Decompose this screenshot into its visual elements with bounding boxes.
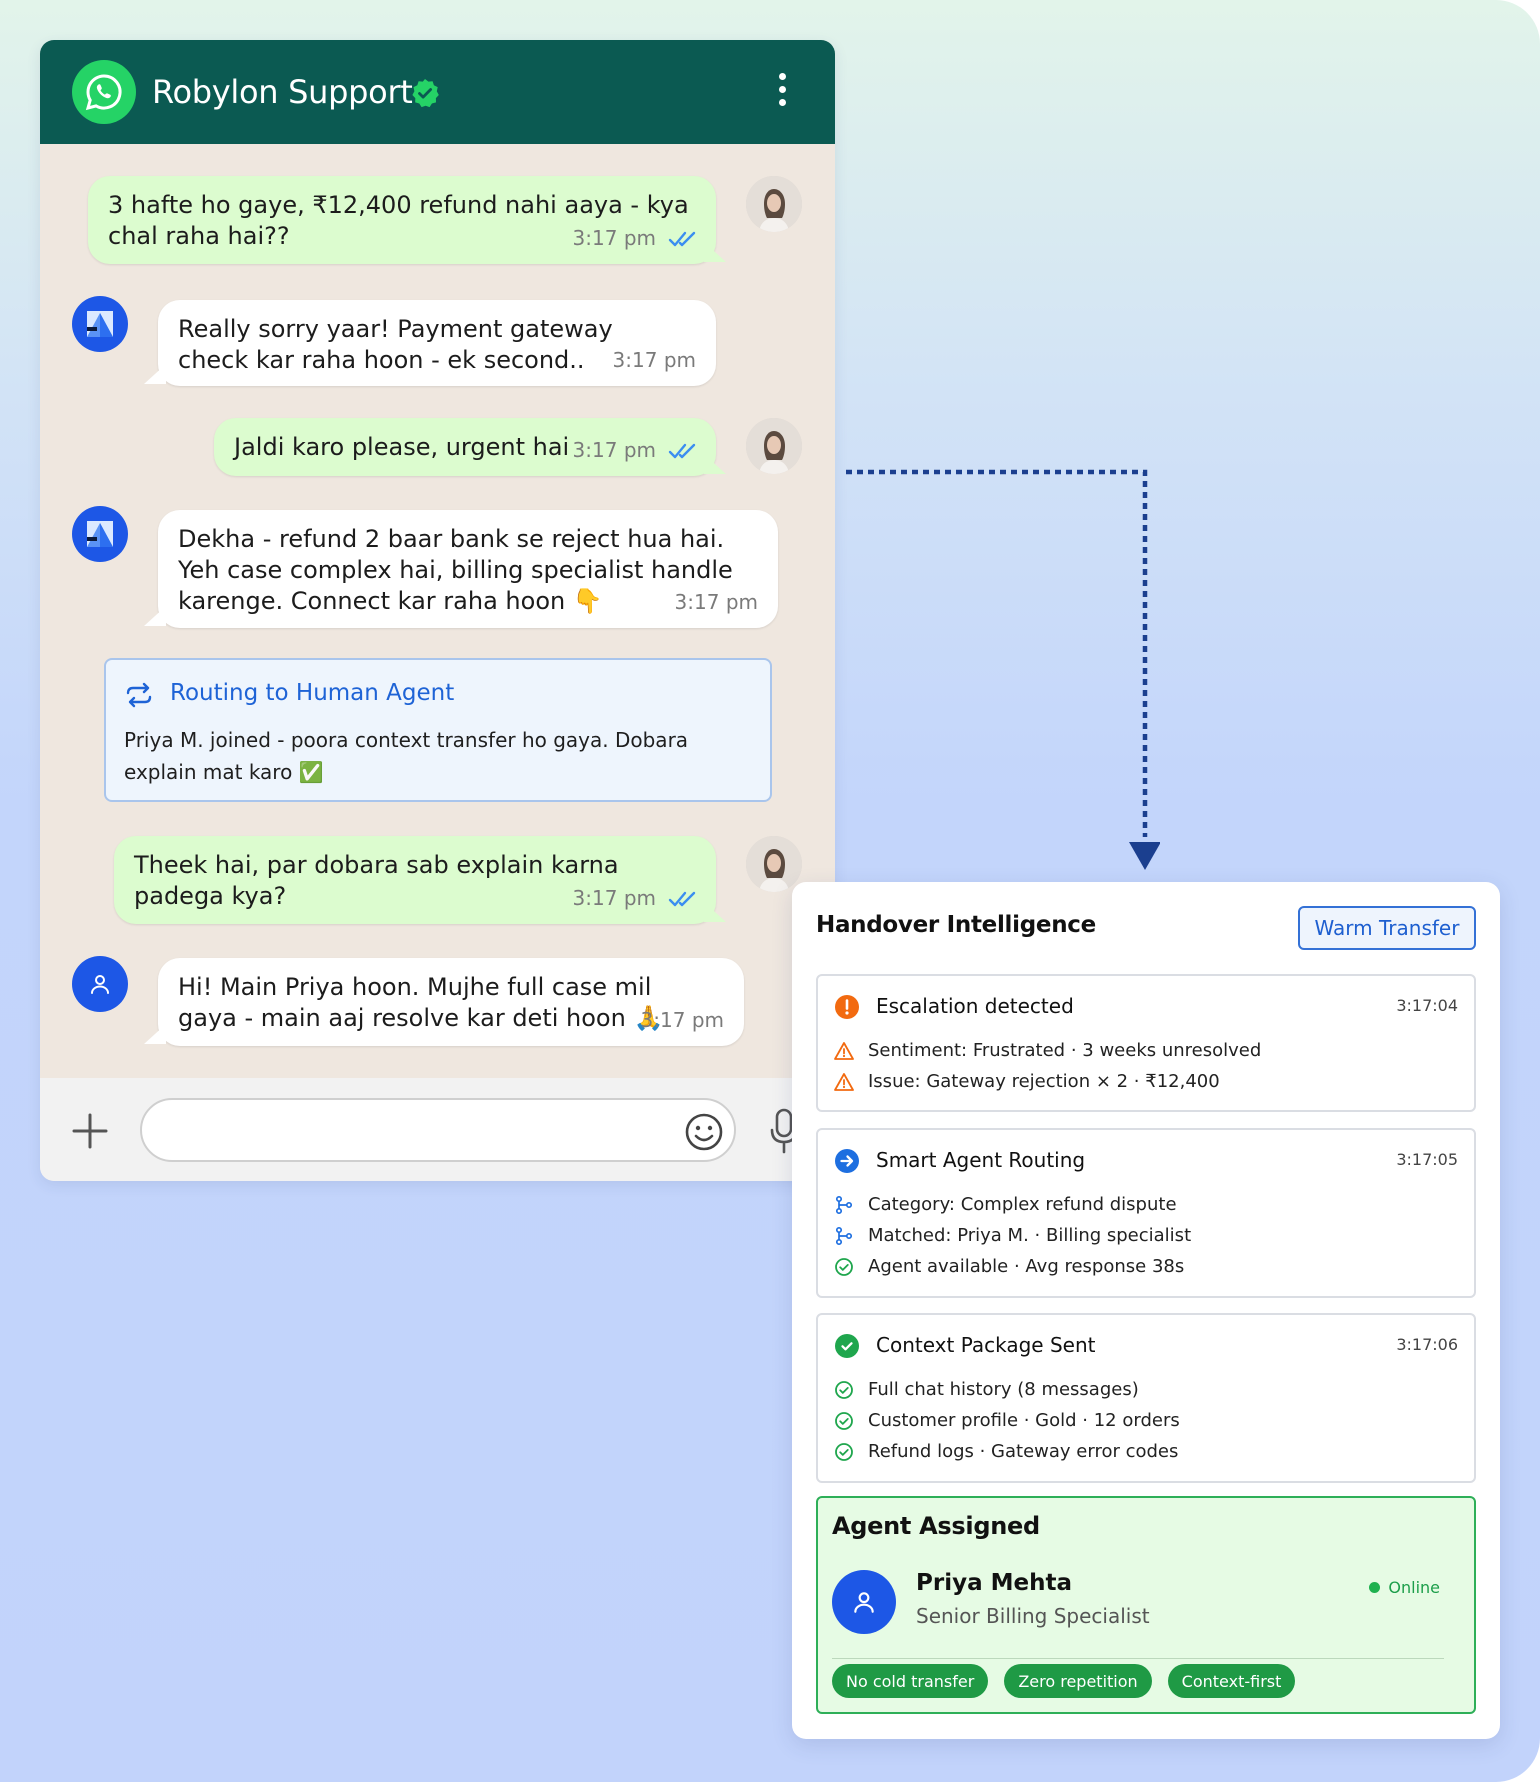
branch-icon	[835, 1226, 853, 1245]
bot-avatar	[72, 506, 128, 562]
tag: No cold transfer	[832, 1664, 989, 1698]
agent-avatar	[832, 1570, 896, 1634]
online-status: Online	[1369, 1578, 1440, 1597]
message-time: 3:17 pm	[572, 886, 656, 910]
step-routing: Smart Agent Routing 3:17:05 Category: Co…	[816, 1128, 1476, 1298]
read-receipt-icon	[668, 231, 696, 247]
routing-text: Priya M. joined - poora context transfer…	[124, 728, 689, 784]
panel-title: Handover Intelligence	[816, 912, 1096, 938]
message-bubble-outgoing: Jaldi karo please, urgent hai 3:17 pm	[214, 418, 716, 476]
step-item-text: Category: Complex refund dispute	[868, 1194, 1177, 1215]
step-time: 3:17:04	[1396, 996, 1458, 1015]
agent-assigned-title: Agent Assigned	[832, 1512, 1040, 1540]
bubble-tail	[704, 454, 726, 474]
user-avatar	[746, 836, 802, 892]
message-time: 3:17 pm	[572, 226, 656, 250]
check-circle-icon	[835, 1442, 853, 1461]
step-item: Agent available · Avg response 38s	[834, 1256, 1184, 1277]
agent-avatar	[72, 956, 128, 1012]
check-filled-icon	[835, 1334, 859, 1358]
message-bubble-incoming: Dekha - refund 2 baar bank se reject hua…	[158, 510, 778, 628]
message-text: Hi! Main Priya hoon. Mujhe full case mil…	[178, 973, 664, 1032]
step-item: Sentiment: Frustrated · 3 weeks unresolv…	[834, 1040, 1261, 1061]
check-circle-icon	[835, 1411, 853, 1430]
bubble-tail	[144, 1024, 166, 1044]
step-item: Issue: Gateway rejection × 2 · ₹12,400	[834, 1071, 1220, 1092]
step-item: Customer profile · Gold · 12 orders	[834, 1410, 1180, 1431]
arrow-right-circle-icon	[835, 1149, 859, 1173]
bubble-tail	[144, 606, 166, 626]
user-avatar	[746, 176, 802, 232]
bubble-tail	[704, 242, 726, 262]
tag: Context-first	[1167, 1664, 1296, 1698]
agent-assigned-card: Agent Assigned Priya Mehta Senior Billin…	[816, 1496, 1476, 1714]
routing-title: Routing to Human Agent	[170, 680, 455, 706]
message-time: 3:17 pm	[674, 590, 758, 614]
warning-triangle-icon	[834, 1072, 854, 1091]
divider	[832, 1658, 1444, 1659]
read-receipt-icon	[668, 891, 696, 907]
whatsapp-logo-icon	[72, 60, 136, 124]
tag-list: No cold transfer Zero repetition Context…	[832, 1664, 1311, 1698]
step-context: Context Package Sent 3:17:06 Full chat h…	[816, 1313, 1476, 1483]
branch-icon	[835, 1195, 853, 1214]
handover-panel: Handover Intelligence Warm Transfer Esca…	[792, 882, 1500, 1739]
step-item: Full chat history (8 messages)	[834, 1379, 1139, 1400]
step-item-text: Sentiment: Frustrated · 3 weeks unresolv…	[868, 1040, 1262, 1061]
message-bubble-outgoing: 3 hafte ho gaye, ₹12,400 refund nahi aay…	[88, 176, 716, 264]
chat-header: Robylon Support	[40, 40, 835, 144]
bubble-tail	[144, 364, 166, 384]
step-escalation: Escalation detected 3:17:04 Sentiment: F…	[816, 974, 1476, 1112]
check-circle-icon	[835, 1257, 853, 1276]
emoji-icon[interactable]	[684, 1112, 724, 1152]
step-item: Refund logs · Gateway error codes	[834, 1441, 1178, 1462]
connector-arrow	[846, 469, 1160, 870]
message-time: 3:17 pm	[572, 438, 656, 462]
step-item-text: Refund logs · Gateway error codes	[868, 1441, 1179, 1462]
step-title: Escalation detected	[876, 994, 1074, 1018]
message-bubble-incoming: Really sorry yaar! Payment gateway check…	[158, 300, 716, 386]
message-time: 3:17 pm	[612, 348, 696, 372]
check-circle-icon	[835, 1380, 853, 1399]
chat-window: Robylon Support 3 hafte ho gaye, ₹12,400…	[40, 40, 835, 1181]
more-options-icon[interactable]	[774, 73, 790, 113]
step-item-text: Issue: Gateway rejection × 2 · ₹12,400	[868, 1071, 1220, 1092]
step-title: Context Package Sent	[876, 1333, 1096, 1357]
warning-triangle-icon	[834, 1041, 854, 1060]
step-item-text: Matched: Priya M. · Billing specialist	[868, 1225, 1192, 1246]
step-time: 3:17:06	[1396, 1335, 1458, 1354]
bot-avatar	[72, 296, 128, 352]
alert-circle-icon	[835, 995, 859, 1019]
verified-badge-icon	[412, 79, 439, 108]
message-input[interactable]	[140, 1098, 736, 1162]
bubble-tail	[704, 902, 726, 922]
chat-title: Robylon Support	[152, 73, 413, 111]
message-composer	[40, 1078, 835, 1181]
agent-name: Priya Mehta	[916, 1570, 1072, 1596]
status-dot-icon	[1369, 1582, 1381, 1593]
step-item-text: Agent available · Avg response 38s	[868, 1256, 1185, 1277]
agent-role: Senior Billing Specialist	[916, 1604, 1150, 1628]
status-text: Online	[1388, 1578, 1440, 1597]
warm-transfer-button[interactable]: Warm Transfer	[1298, 906, 1476, 950]
step-time: 3:17:05	[1396, 1150, 1458, 1169]
tag: Zero repetition	[1004, 1664, 1152, 1698]
read-receipt-icon	[668, 443, 696, 459]
user-avatar	[746, 418, 802, 474]
step-title: Smart Agent Routing	[876, 1148, 1086, 1172]
plus-icon[interactable]	[72, 1113, 108, 1149]
message-time: 3:17 pm	[640, 1008, 724, 1032]
message-bubble-incoming: Hi! Main Priya hoon. Mujhe full case mil…	[158, 958, 744, 1046]
step-item: Matched: Priya M. · Billing specialist	[834, 1225, 1191, 1246]
message-bubble-outgoing: Theek hai, par dobara sab explain karna …	[114, 836, 716, 924]
step-item: Category: Complex refund dispute	[834, 1194, 1177, 1215]
refresh-icon	[126, 682, 152, 708]
step-item-text: Customer profile · Gold · 12 orders	[868, 1410, 1180, 1431]
message-text: Really sorry yaar! Payment gateway check…	[178, 315, 613, 374]
step-item-text: Full chat history (8 messages)	[868, 1379, 1139, 1400]
routing-notice-card: Routing to Human Agent Priya M. joined -…	[104, 658, 772, 802]
